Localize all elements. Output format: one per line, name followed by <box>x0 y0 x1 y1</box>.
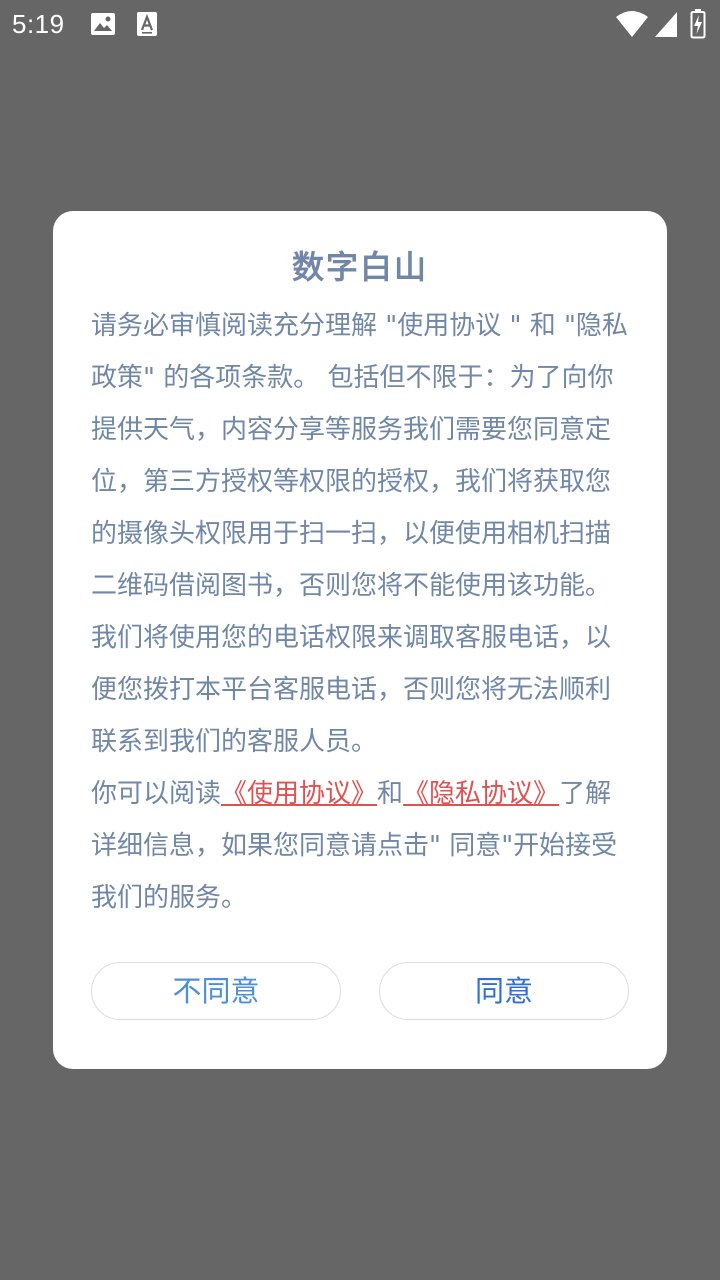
terms-of-use-link[interactable]: 《使用协议》 <box>221 779 377 809</box>
battery-charging-icon <box>690 9 706 39</box>
disagree-button[interactable]: 不同意 <box>91 962 341 1020</box>
privacy-policy-link[interactable]: 《隐私协议》 <box>403 779 559 809</box>
status-bar: 5:19 <box>0 0 720 48</box>
dialog-title: 数字白山 <box>291 248 428 286</box>
agree-button[interactable]: 同意 <box>379 962 629 1020</box>
notice-conjunction: 和 <box>377 779 404 809</box>
wifi-icon <box>616 11 648 37</box>
agreement-notice: 你可以阅读《使用协议》和《隐私协议》了解详细信息，如果您同意请点击" 同意"开始… <box>91 768 633 924</box>
image-icon <box>91 13 115 35</box>
dialog-body: 请务必审慎阅读充分理解 "使用协议 " 和 "隐私政策" 的各项条款。 包括但不… <box>91 300 633 924</box>
notice-prefix: 你可以阅读 <box>91 779 222 809</box>
permission-explanation: 请务必审慎阅读充分理解 "使用协议 " 和 "隐私政策" 的各项条款。 包括但不… <box>91 311 628 757</box>
permission-dialog: 数字白山 请务必审慎阅读充分理解 "使用协议 " 和 "隐私政策" 的各项条款。… <box>53 211 667 1069</box>
cell-signal-icon <box>655 12 677 37</box>
text-a-icon <box>137 12 157 36</box>
status-time: 5:19 <box>12 9 65 39</box>
